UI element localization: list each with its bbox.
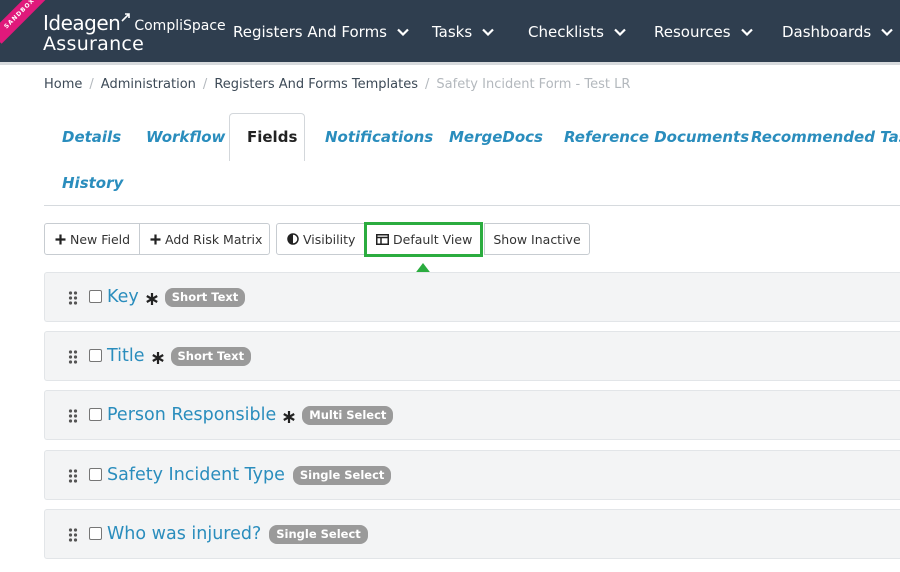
asterisk-icon [145, 293, 158, 305]
drag-handle-icon[interactable] [68, 528, 78, 542]
tab-recommended-tasks[interactable]: Recommended Tasks [751, 126, 900, 148]
visibility-button[interactable]: Visibility [276, 223, 366, 255]
breadcrumb-separator: / [425, 76, 430, 92]
nav-item-label: Resources [654, 23, 731, 41]
breadcrumb: Home / Administration / Registers And Fo… [44, 75, 630, 93]
default-view-highlight [364, 222, 483, 257]
new-field-label: New Field [70, 231, 131, 247]
tab-fields[interactable]: Fields [247, 126, 297, 148]
breadcrumb-current-page: Safety Incident Form - Test LR [436, 76, 631, 92]
field-select-checkbox[interactable] [89, 468, 102, 481]
field-row: Safety Incident Type Single Select [44, 450, 900, 500]
breadcrumb-administration[interactable]: Administration [101, 77, 196, 92]
field-title: Person Responsible Multi Select [107, 403, 394, 427]
field-title: Key Short Text [107, 285, 246, 309]
nav-item-label: Tasks [432, 23, 473, 41]
asterisk-icon [151, 352, 164, 364]
add-risk-matrix-button[interactable]: Add Risk Matrix [139, 223, 270, 255]
show-inactive-label: Show Inactive [493, 231, 581, 247]
add-risk-matrix-label: Add Risk Matrix [165, 231, 263, 247]
field-type-badge: Single Select [292, 465, 392, 485]
plus-icon [150, 234, 161, 245]
field-row: Key Short Text [44, 272, 900, 322]
topbar-shadow [0, 62, 900, 65]
chevron-down-icon [614, 28, 626, 36]
field-type-badge: Multi Select [302, 405, 394, 425]
drag-handle-icon[interactable] [68, 291, 78, 305]
logo-brand-text: Ideagen [43, 11, 121, 35]
asterisk-icon [283, 411, 295, 423]
tab-mergedocs[interactable]: MergeDocs [449, 126, 543, 148]
chevron-down-icon [397, 28, 409, 36]
field-row: Person Responsible Multi Select [44, 390, 900, 440]
field-select-checkbox[interactable] [89, 527, 102, 540]
logo-mark-icon [121, 13, 131, 22]
plus-icon [55, 234, 66, 245]
tab-details[interactable]: Details [62, 126, 121, 148]
field-type-badge: Short Text [170, 346, 252, 366]
nav-resources[interactable]: Resources [654, 20, 753, 44]
nav-item-label: Checklists [528, 23, 604, 41]
breadcrumb-registers-templates[interactable]: Registers And Forms Templates [214, 77, 418, 92]
breadcrumb-separator: / [202, 76, 208, 92]
logo-product-suffix: CompliSpace [134, 18, 226, 34]
field-name-link[interactable]: Title [107, 346, 145, 366]
field-name-link[interactable]: Key [107, 287, 139, 307]
field-select-checkbox[interactable] [89, 349, 102, 362]
chevron-down-icon [881, 28, 893, 36]
drag-handle-icon[interactable] [68, 409, 78, 423]
field-title: Who was injured? Single Select [107, 522, 368, 546]
visibility-label: Visibility [303, 231, 356, 247]
field-name-link[interactable]: Who was injured? [107, 524, 261, 544]
nav-registers-and-forms[interactable]: Registers And Forms [233, 20, 409, 44]
field-name-link[interactable]: Person Responsible [107, 405, 276, 425]
nav-item-label: Registers And Forms [233, 23, 387, 41]
tabs-divider [44, 205, 900, 206]
new-field-button[interactable]: New Field [44, 223, 140, 255]
half-circle-icon [287, 233, 299, 245]
breadcrumb-separator: / [89, 76, 94, 92]
breadcrumb-home[interactable]: Home [44, 77, 82, 92]
tab-notifications[interactable]: Notifications [325, 126, 433, 148]
field-select-checkbox[interactable] [89, 290, 102, 303]
field-select-checkbox[interactable] [89, 408, 102, 421]
chevron-down-icon [482, 28, 494, 36]
nav-tasks[interactable]: Tasks [432, 20, 494, 44]
logo-product-name: Assurance [43, 33, 145, 55]
field-type-badge: Short Text [164, 287, 246, 307]
tab-reference-documents[interactable]: Reference Documents [564, 126, 749, 148]
chevron-down-icon [740, 28, 753, 36]
field-title: Title Short Text [107, 344, 252, 368]
drag-handle-icon[interactable] [68, 350, 78, 364]
show-inactive-button[interactable]: Show Inactive [484, 223, 590, 255]
nav-checklists[interactable]: Checklists [528, 20, 626, 44]
nav-item-label: Dashboards [782, 23, 872, 41]
tab-workflow[interactable]: Workflow [146, 126, 225, 148]
field-name-link[interactable]: Safety Incident Type [107, 465, 285, 485]
nav-dashboards[interactable]: Dashboards [782, 20, 893, 44]
tab-history[interactable]: History [62, 172, 123, 194]
field-row: Who was injured? Single Select [44, 509, 900, 559]
field-title: Safety Incident Type Single Select [107, 463, 392, 487]
drag-handle-icon[interactable] [68, 469, 78, 483]
field-type-badge: Single Select [269, 524, 368, 544]
field-row: Title Short Text [44, 331, 900, 381]
